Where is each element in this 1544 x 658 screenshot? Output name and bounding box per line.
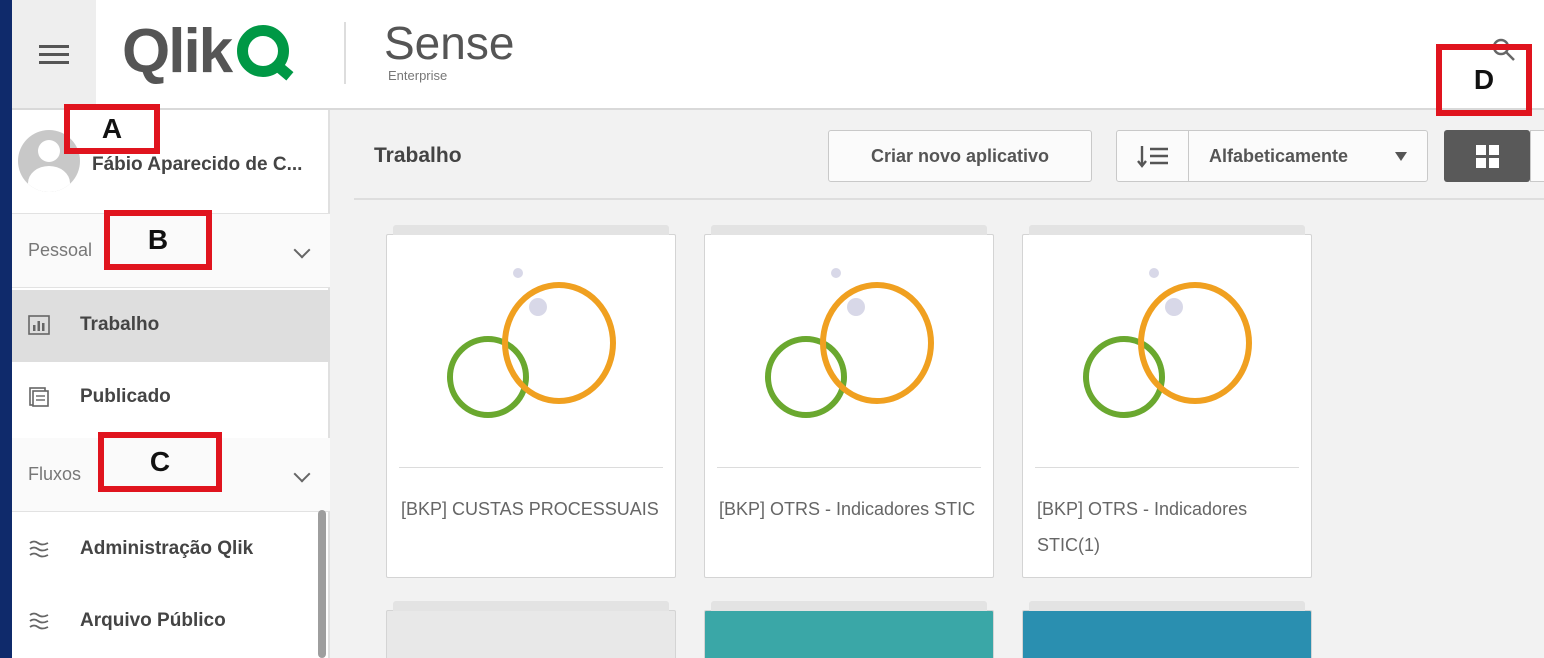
product-subtitle: Enterprise — [388, 68, 448, 83]
user-profile[interactable]: Fábio Aparecido de C... — [12, 110, 330, 214]
main-content: Trabalho Criar novo aplicativo Alfabetic… — [330, 110, 1544, 658]
sidebar-item-arquivo-publico[interactable]: Arquivo Público — [12, 586, 330, 658]
qlik-hub-window: Qlik Sense Enterprise Fábio Aparecido de… — [12, 0, 1544, 658]
product-name: Sense Enterprise — [384, 18, 514, 83]
sidebar-item-label: Administração Qlik — [80, 538, 254, 559]
sort-label: Alfabeticamente — [1209, 146, 1349, 166]
product-title: Sense — [384, 17, 515, 69]
stream-icon — [29, 540, 49, 558]
app-thumbnail-icon — [447, 268, 616, 418]
app-title: [BKP] CUSTAS PROCESSUAIS — [401, 499, 659, 519]
menu-button[interactable] — [12, 0, 96, 108]
sidebar-item-publicado[interactable]: Publicado — [12, 362, 330, 434]
sort-order-button[interactable] — [1117, 131, 1189, 181]
app-card[interactable]: [BKP] CUSTAS PROCESSUAIS — [386, 225, 676, 578]
chevron-down-icon — [293, 241, 311, 259]
app-card[interactable] — [386, 601, 676, 658]
app-thumbnail-icon — [765, 268, 934, 418]
grid-view-button[interactable] — [1444, 130, 1530, 182]
work-chart-icon — [28, 315, 50, 335]
list-view-button[interactable] — [1530, 130, 1544, 182]
sidebar-item-label: Arquivo Público — [80, 610, 226, 631]
annotation-a: A — [64, 104, 160, 154]
published-icon — [29, 387, 49, 407]
section-label: Pessoal — [28, 240, 93, 260]
sidebar-scrollbar[interactable] — [318, 510, 326, 658]
card-divider — [399, 467, 663, 468]
caret-down-icon — [1395, 152, 1407, 161]
app-card[interactable] — [1022, 601, 1312, 658]
annotation-b: B — [104, 210, 212, 270]
qlik-q-icon — [237, 25, 290, 77]
section-label: Fluxos — [28, 464, 82, 484]
qlik-brand-text: Qlik — [122, 16, 233, 86]
hamburger-menu-icon — [39, 43, 69, 65]
app-card[interactable] — [704, 601, 994, 658]
sort-dropdown[interactable]: Alfabeticamente — [1116, 130, 1428, 182]
sidebar-item-trabalho[interactable]: Trabalho — [12, 290, 330, 362]
sidebar-item-administracao-qlik[interactable]: Administração Qlik — [12, 514, 330, 586]
top-header: Qlik Sense Enterprise — [12, 0, 1544, 110]
sidebar: Fábio Aparecido de C... Pessoal Trabalho… — [12, 110, 330, 658]
annotation-c: C — [98, 432, 222, 492]
chevron-down-icon — [293, 465, 311, 483]
app-thumbnail-icon — [1083, 268, 1252, 418]
user-name: Fábio Aparecido de C... — [92, 154, 303, 175]
qlik-logo: Qlik — [122, 16, 290, 86]
sidebar-item-label: Trabalho — [80, 314, 160, 335]
card-divider — [1035, 467, 1299, 468]
app-title: [BKP] OTRS - Indicadores STIC(1) — [1037, 499, 1248, 555]
sort-icon — [1136, 146, 1168, 168]
app-card[interactable]: [BKP] OTRS - Indicadores STIC — [704, 225, 994, 578]
grid-view-icon — [1475, 144, 1499, 168]
create-app-button[interactable]: Criar novo aplicativo — [828, 130, 1092, 182]
stream-icon — [29, 612, 49, 630]
annotation-d: D — [1436, 44, 1532, 116]
card-divider — [717, 467, 981, 468]
logo-divider — [344, 22, 346, 84]
page-title: Trabalho — [374, 144, 462, 167]
app-title: [BKP] OTRS - Indicadores STIC — [719, 499, 976, 519]
toolbar: Trabalho Criar novo aplicativo Alfabetic… — [354, 110, 1544, 200]
sidebar-item-label: Publicado — [80, 386, 171, 407]
app-card[interactable]: [BKP] OTRS - Indicadores STIC(1) — [1022, 225, 1312, 578]
